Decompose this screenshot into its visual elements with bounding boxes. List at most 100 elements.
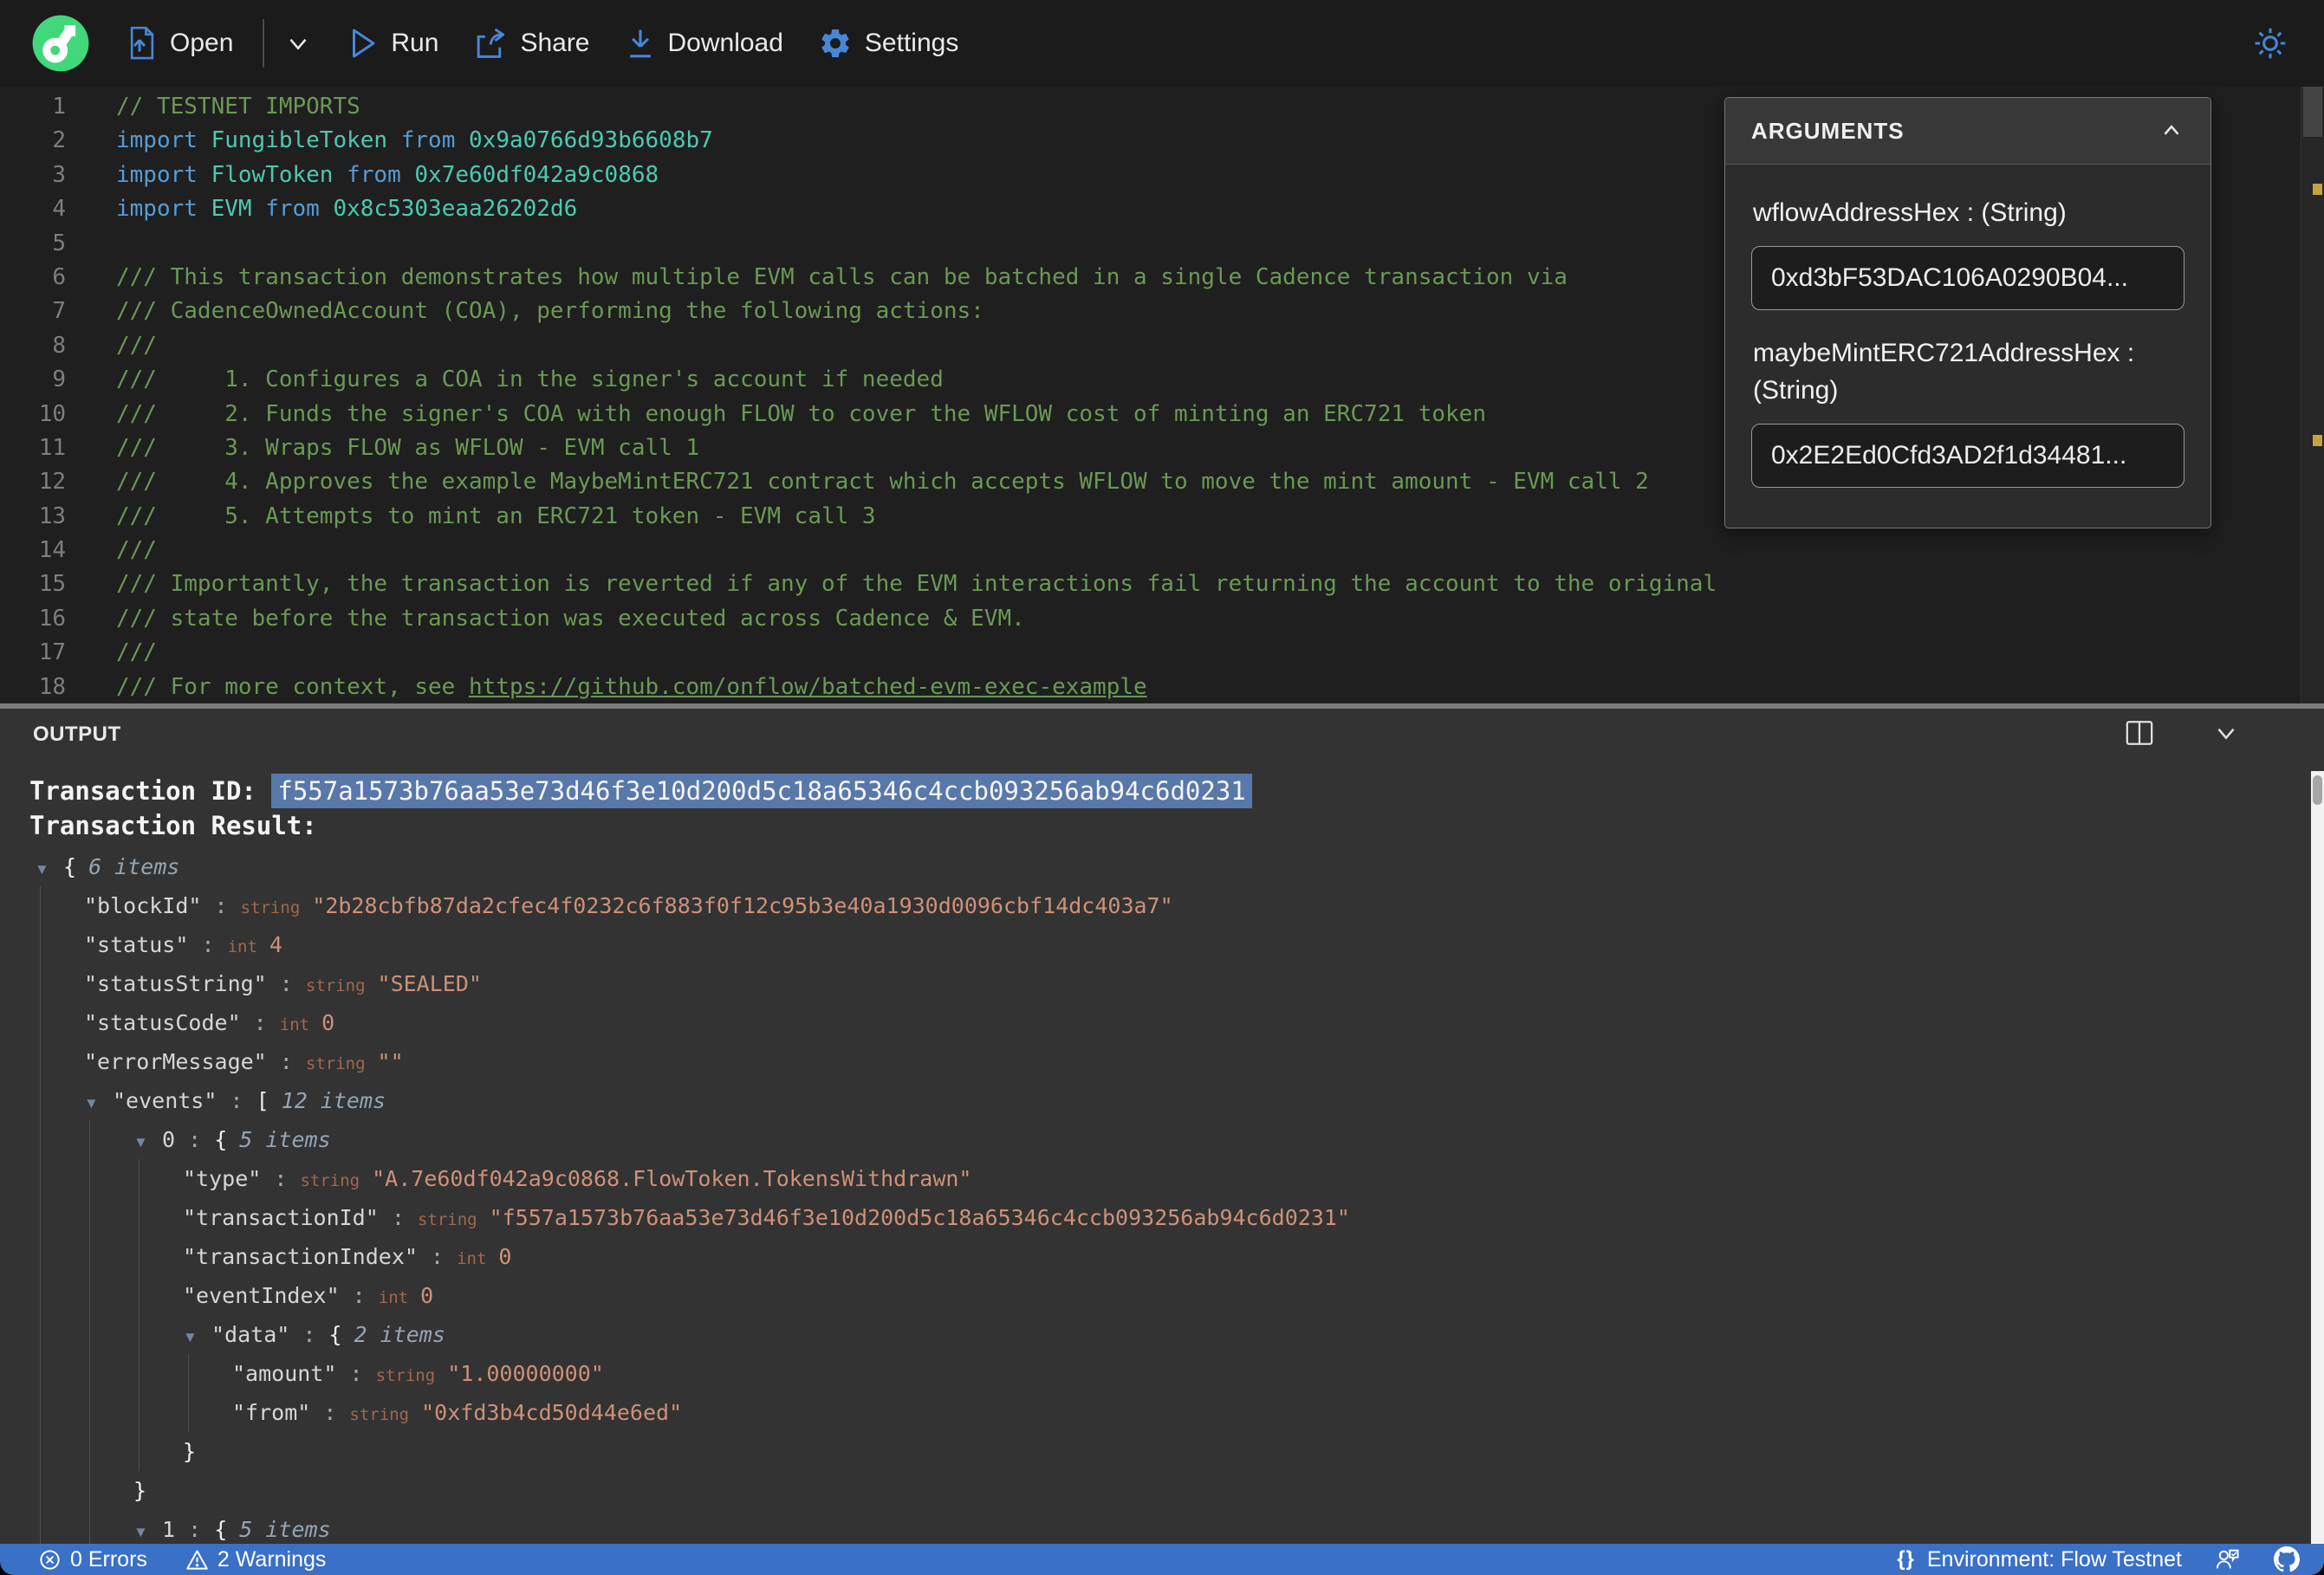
code-link[interactable]: https://github.com/onflow/batched-evm-ex… [469,674,1147,700]
items-count: 12 items [281,1088,386,1113]
expander-icon[interactable]: ▼ [84,1084,113,1123]
download-label: Download [667,29,783,57]
split-panel-icon[interactable] [2125,719,2154,747]
download-button[interactable]: Download [625,26,783,61]
code-token: /// 5. Attempts to mint an ERC721 token … [116,502,876,529]
flow-runner-app: Open Run Share Download Settings 1 // TE… [0,0,2324,1575]
value-type: string [375,1366,436,1385]
json-key: "amount" [232,1361,337,1386]
warnings-status[interactable]: 2 Warnings [185,1547,326,1572]
line-number: 10 [38,400,66,427]
editor-scrollbar[interactable] [2301,87,2324,703]
json-value: "0xfd3b4cd50d44e6ed" [421,1400,683,1425]
arguments-panel-header[interactable]: ARGUMENTS [1725,98,2210,165]
code-token: 0x8c5303eaa26202d6 [333,196,578,223]
indent-guide [40,1120,41,1159]
collapse-output-icon[interactable] [2211,719,2241,747]
code-text: /// [116,639,157,665]
json-value: "f557a1573b76aa53e73d46f3e10d200d5c18a65… [489,1205,1350,1230]
colon: : [339,1283,379,1308]
indent-guide [139,1315,140,1354]
value-type: int [457,1249,487,1268]
theme-toggle-button[interactable] [2251,24,2289,62]
errors-status[interactable]: 0 Errors [38,1547,147,1572]
open-menu-chevron[interactable] [283,29,313,58]
colon: : [175,1127,215,1152]
environment-status[interactable]: {} Environment: Flow Testnet [1897,1547,2182,1572]
colon: : [175,1517,215,1542]
json-key: "transactionIndex" [183,1244,418,1269]
json-tree-row: "errorMessage" : string "" [0,1042,2301,1081]
error-icon [40,1549,60,1570]
run-button[interactable]: Run [347,26,438,61]
json-tree-row: "status" : int 4 [0,925,2301,964]
chevron-up-icon [2164,125,2179,135]
expander-icon[interactable]: ▼ [35,850,63,889]
code-token: /// 4. Approves the example MaybeMintERC… [116,469,1649,496]
indent-guide [40,1159,41,1198]
code-token: /// [116,332,157,359]
code-token: import [116,196,211,223]
code-token: from [400,127,470,154]
code-token: /// [116,537,157,564]
json-key: 0 [162,1127,176,1152]
json-value: "A.7e60df042a9c0868.FlowToken.TokensWith… [372,1166,972,1191]
indent-guide [40,1354,41,1393]
close-brace: } [133,1478,147,1503]
argument-input-wflow[interactable] [1751,245,2184,310]
items-count: 5 items [239,1127,331,1152]
code-text: /// [116,333,157,359]
code-token: EVM [211,196,266,223]
line-number: 15 [38,571,66,598]
github-icon[interactable] [2274,1546,2300,1572]
open-brace: [ [256,1088,269,1113]
editor-scrollbar-thumb[interactable] [2303,87,2322,137]
colon: : [266,1049,306,1074]
indent-guide [89,1237,90,1276]
expander-icon[interactable]: ▼ [183,1318,211,1357]
expander-icon[interactable]: ▼ [133,1513,162,1544]
json-key: "status" [84,932,189,957]
json-value: 0 [420,1283,434,1308]
line-number: 12 [38,469,66,496]
code-token: 0x9a0766d93b6608b7 [469,127,713,154]
settings-button[interactable]: Settings [818,26,958,61]
value-type: string [305,1054,366,1073]
share-button[interactable]: Share [473,26,590,61]
code-token: /// 2. Funds the signer's COA with enoug… [116,400,1486,427]
indent-guide [89,1315,90,1354]
code-text: import FlowToken from 0x7e60df042a9c0868 [116,162,659,188]
output-scrollbar-thumb[interactable] [2313,775,2322,805]
open-brace: { [214,1517,228,1542]
open-button[interactable]: Open [127,26,233,61]
code-token: FlowToken [211,161,347,188]
indent-guide [40,1198,41,1237]
line-number: 1 [52,94,66,120]
feedback-icon[interactable] [2215,1547,2241,1572]
indent-guide [40,925,41,964]
value-type: int [279,1015,310,1034]
json-key: "statusString" [84,971,267,996]
transaction-id-value[interactable]: f557a1573b76aa53e73d46f3e10d200d5c18a653… [271,774,1252,808]
code-text: /// 4. Approves the example MaybeMintERC… [116,469,1649,495]
line-number: 3 [52,161,66,188]
indent-guide [40,1393,41,1432]
indent-guide [139,1159,140,1198]
line-number: 8 [52,332,66,359]
flow-logo[interactable] [29,12,92,75]
argument-input-maybemint[interactable] [1751,423,2184,488]
expander-icon[interactable]: ▼ [133,1123,162,1162]
json-tree-row: "statusCode" : int 0 [0,1003,2301,1042]
run-label: Run [391,29,439,57]
code-token: from [265,196,334,223]
indent-guide [188,1354,189,1393]
output-scrollbar[interactable] [2311,771,2324,1544]
line-number: 6 [52,263,66,290]
indent-guide [89,1510,90,1544]
json-tree-row: ▼{6 items [0,847,2301,886]
indent-guide [139,1237,140,1276]
code-text: /// state before the transaction was exe… [116,606,1025,632]
run-icon [353,29,375,58]
indent-guide [40,1237,41,1276]
code-editor[interactable]: 1 // TESTNET IMPORTS 2 import FungibleToken… [0,87,2324,703]
